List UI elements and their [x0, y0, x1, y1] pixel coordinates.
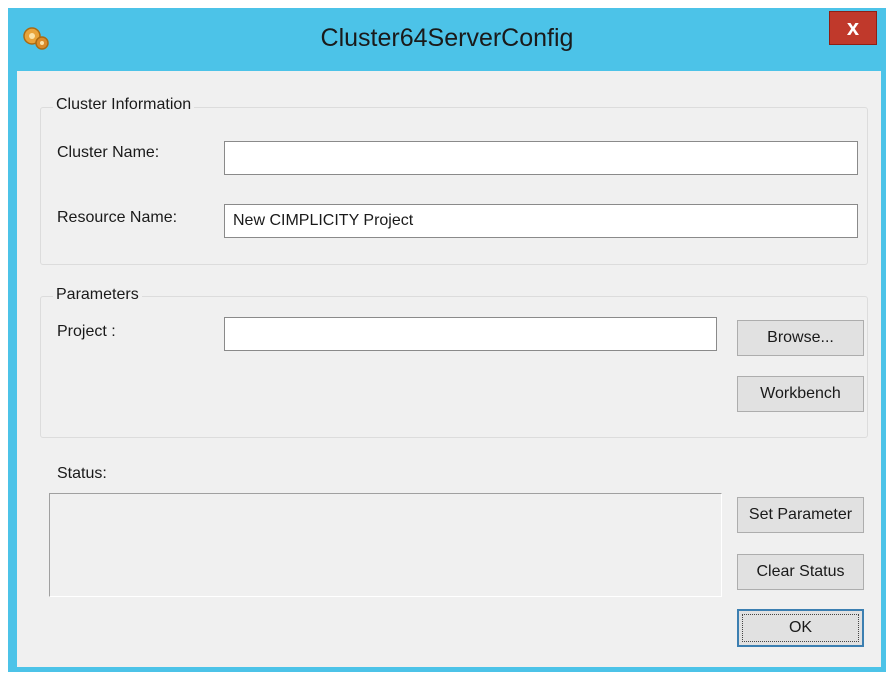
parameters-label: Parameters	[53, 286, 142, 304]
close-button[interactable]: x	[829, 11, 877, 45]
client-area: Cluster Information Cluster Name: Resour…	[17, 71, 881, 667]
clear-status-button[interactable]: Clear Status	[737, 554, 864, 590]
cluster-information-label: Cluster Information	[53, 96, 195, 114]
cluster-information-group	[40, 107, 868, 265]
project-input[interactable]	[224, 317, 717, 351]
workbench-button[interactable]: Workbench	[737, 376, 864, 412]
cluster-name-input[interactable]	[224, 141, 858, 175]
cluster-name-label: Cluster Name:	[57, 144, 160, 161]
ok-button[interactable]: OK	[737, 609, 864, 647]
dialog-window: Cluster64ServerConfig x Cluster Informat…	[8, 8, 886, 672]
set-parameter-button[interactable]: Set Parameter	[737, 497, 864, 533]
resource-name-label: Resource Name:	[57, 209, 178, 226]
focus-rectangle	[742, 614, 859, 642]
status-label: Status:	[57, 465, 107, 482]
browse-button[interactable]: Browse...	[737, 320, 864, 356]
project-label: Project :	[57, 323, 116, 340]
status-textbox[interactable]	[49, 493, 722, 597]
title-bar[interactable]: Cluster64ServerConfig x	[8, 8, 886, 70]
window-title: Cluster64ServerConfig	[320, 24, 574, 52]
close-icon: x	[846, 15, 860, 40]
resource-name-input[interactable]	[224, 204, 858, 238]
